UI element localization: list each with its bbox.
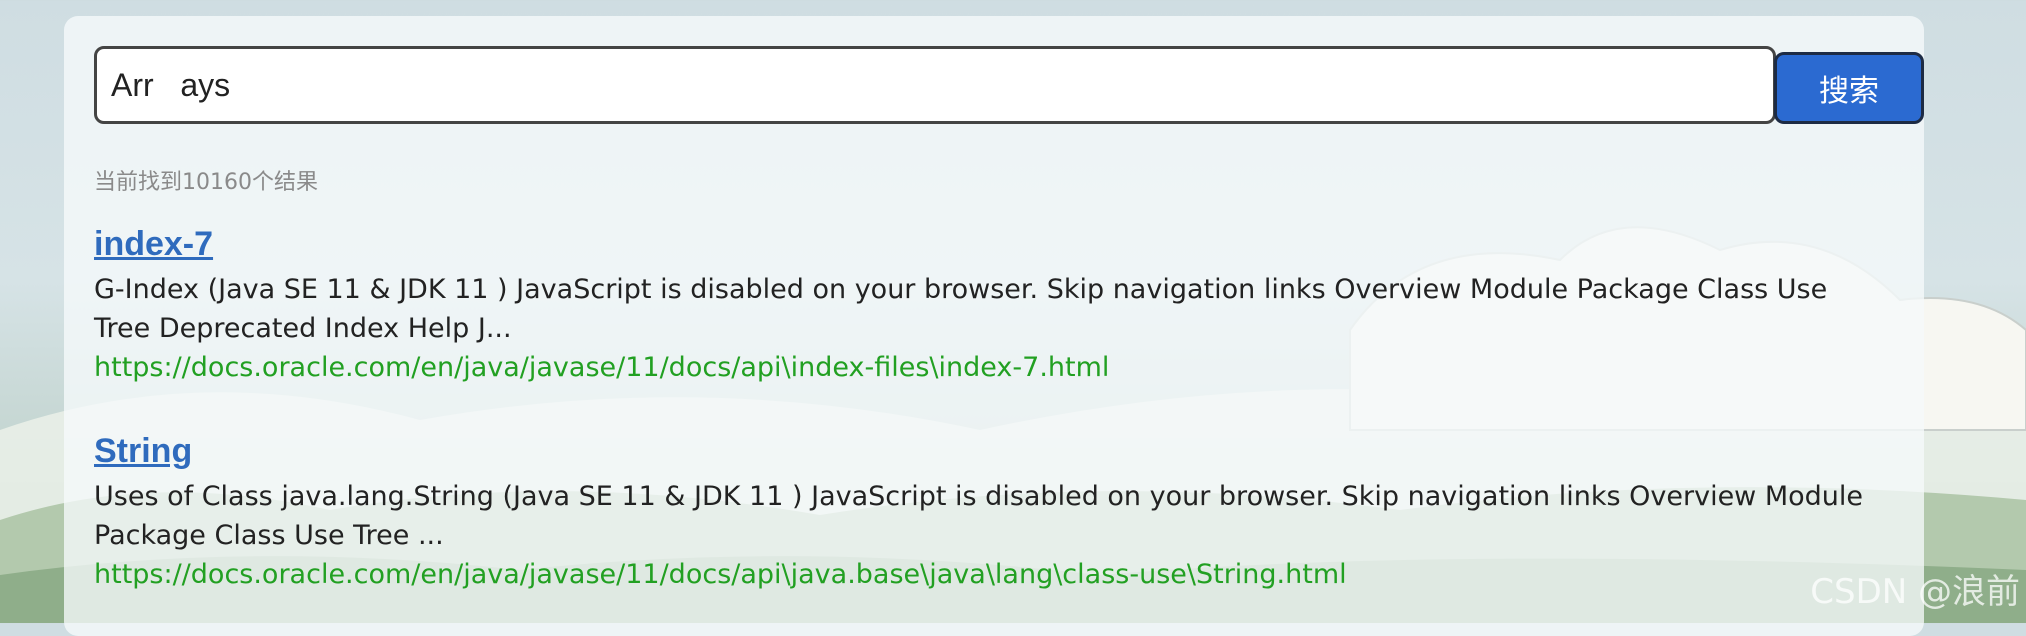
result-url[interactable]: https://docs.oracle.com/en/java/javase/1… — [94, 348, 1884, 387]
search-button[interactable]: 搜索 — [1774, 52, 1924, 124]
watermark: CSDN @浪前 — [1810, 572, 2020, 612]
search-input[interactable] — [94, 46, 1776, 124]
result-snippet: Uses of Class java.lang.String (Java SE … — [94, 481, 1864, 551]
search-results-panel: 搜索 当前找到10160个结果 index-7 G-Index (Java SE… — [64, 16, 1924, 636]
result-count: 当前找到10160个结果 — [94, 170, 318, 195]
result-item: index-7 G-Index (Java SE 11 & JDK 11 ) J… — [94, 218, 1884, 387]
result-title-link[interactable]: String — [94, 425, 1884, 477]
result-item: String Uses of Class java.lang.String (J… — [94, 425, 1884, 594]
result-snippet: G-Index (Java SE 11 & JDK 11 ) JavaScrip… — [94, 274, 1828, 344]
result-url[interactable]: https://docs.oracle.com/en/java/javase/1… — [94, 555, 1884, 594]
result-title-link[interactable]: index-7 — [94, 218, 1884, 270]
